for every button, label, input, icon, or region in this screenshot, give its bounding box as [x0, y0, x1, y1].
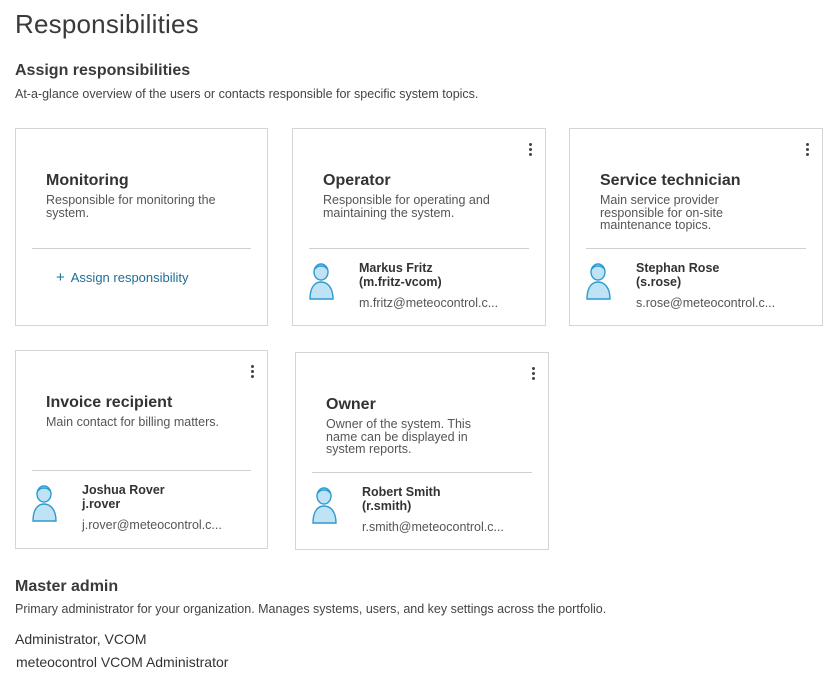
person-fullname: Stephan Rose [636, 261, 720, 275]
more-vertical-icon[interactable] [526, 365, 540, 381]
person-entry[interactable]: Markus Fritz (m.fritz-vcom) m.fritz@mete… [307, 261, 537, 311]
user-avatar-icon [586, 263, 611, 300]
card-operator: Operator Responsible for operating and m… [292, 128, 546, 326]
card-divider [312, 472, 532, 473]
person-fullname: Markus Fritz [359, 261, 433, 275]
card-description: Main service provider responsible for on… [600, 193, 723, 232]
card-title: Owner [326, 396, 376, 413]
card-owner: Owner Owner of the system. This name can… [295, 352, 549, 550]
card-title: Invoice recipient [46, 394, 173, 411]
person-login: (s.rose) [636, 275, 682, 289]
card-description: Responsible for operating and maintainin… [323, 193, 490, 220]
card-description: Responsible for monitoring the system. [46, 193, 216, 220]
person-entry[interactable]: Stephan Rose (s.rose) s.rose@meteocontro… [584, 261, 814, 311]
master-admin-name: meteocontrol VCOM Administrator [16, 654, 229, 670]
card-divider [586, 248, 806, 249]
card-invoice-recipient: Invoice recipient Main contact for billi… [15, 350, 268, 549]
person-name: Robert Smith (r.smith) [362, 485, 440, 513]
person-name: Markus Fritz (m.fritz-vcom) [359, 261, 442, 289]
page-title: Responsibilities [15, 9, 199, 39]
assign-responsibility-label: Assign responsibility [70, 270, 189, 285]
person-email: s.rose@meteocontrol.c... [636, 296, 776, 310]
more-vertical-icon[interactable] [800, 141, 814, 157]
master-admin-title: Master admin [15, 578, 119, 595]
more-vertical-icon[interactable] [523, 141, 537, 157]
person-email: j.rover@meteocontrol.c... [82, 518, 222, 532]
more-vertical-icon[interactable] [245, 363, 259, 379]
person-login: (r.smith) [362, 499, 412, 513]
card-divider [32, 470, 251, 471]
card-divider [32, 248, 251, 249]
user-avatar-icon [312, 487, 337, 524]
person-fullname: Robert Smith [362, 485, 441, 499]
person-email: r.smith@meteocontrol.c... [362, 520, 504, 534]
section-title: Assign responsibilities [15, 62, 191, 79]
person-fullname: Joshua Rover [82, 483, 165, 497]
user-avatar-icon [309, 263, 334, 300]
person-entry[interactable]: Joshua Rover j.rover j.rover@meteocontro… [30, 483, 259, 533]
person-entry[interactable]: Robert Smith (r.smith) r.smith@meteocont… [310, 485, 540, 535]
person-name: Joshua Rover j.rover [82, 483, 165, 511]
card-monitoring: Monitoring Responsible for monitoring th… [15, 128, 268, 326]
user-avatar-icon [32, 485, 57, 522]
card-description: Owner of the system. This name can be di… [326, 417, 471, 456]
master-admin-role: Administrator, VCOM [15, 631, 147, 647]
person-name: Stephan Rose (s.rose) [636, 261, 719, 289]
assign-responsibility-button[interactable]: + Assign responsibility [56, 269, 189, 286]
section-description: At-a-glance overview of the users or con… [15, 87, 479, 101]
card-title: Service technician [600, 172, 741, 189]
person-login: (m.fritz-vcom) [359, 275, 442, 289]
card-title: Operator [323, 172, 391, 189]
card-description: Main contact for billing matters. [46, 415, 219, 429]
card-service-technician: Service technician Main service provider… [569, 128, 823, 326]
master-admin-description: Primary administrator for your organizat… [15, 602, 607, 616]
person-email: m.fritz@meteocontrol.c... [359, 296, 499, 310]
card-title: Monitoring [46, 172, 129, 189]
plus-icon: + [56, 269, 65, 286]
person-login: j.rover [82, 497, 121, 511]
card-divider [309, 248, 529, 249]
